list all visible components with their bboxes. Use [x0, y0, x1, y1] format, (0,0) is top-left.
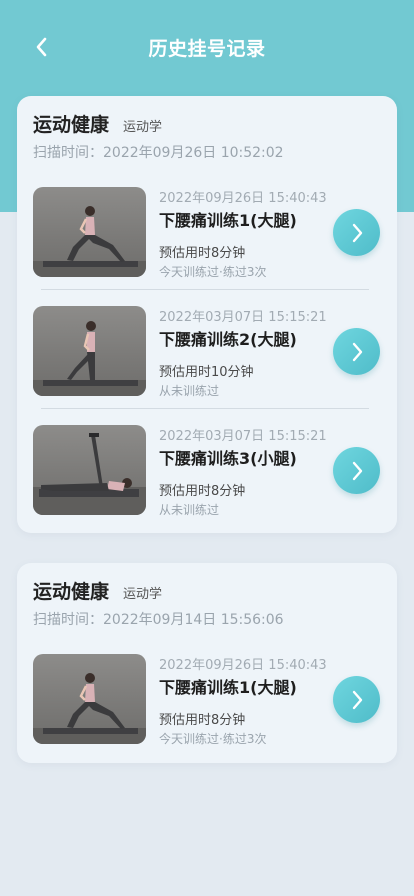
- card-tag: 运动学: [123, 587, 163, 602]
- scan-time: 扫描时间：2022年09月26日 10:52:02: [33, 145, 284, 161]
- card-title: 运动健康: [33, 581, 110, 603]
- go-button[interactable]: [333, 328, 380, 375]
- item-duration: 预估用时8分钟: [159, 246, 246, 261]
- item-status: 今天训练过·练过3次: [159, 732, 267, 746]
- exercise-item[interactable]: 2022年03月07日 15:15:21 下腰痛训练2(大腿) 预估用时10分钟…: [33, 306, 383, 406]
- item-name: 下腰痛训练2(大腿): [159, 330, 297, 349]
- nav-bar: 历史挂号记录: [0, 24, 414, 70]
- card-header: 运动健康 运动学: [33, 577, 162, 604]
- go-button[interactable]: [333, 209, 380, 256]
- exercise-thumbnail: [33, 306, 146, 396]
- exercise-item[interactable]: 2022年09月26日 15:40:43 下腰痛训练1(大腿) 预估用时8分钟 …: [33, 187, 383, 287]
- record-card: 运动健康 运动学 扫描时间：2022年09月14日 15:56:06 2022年…: [17, 563, 397, 763]
- item-duration: 预估用时8分钟: [159, 484, 246, 499]
- item-date: 2022年09月26日 15:40:43: [159, 658, 327, 673]
- scan-time: 扫描时间：2022年09月14日 15:56:06: [33, 612, 284, 628]
- divider: [41, 408, 369, 409]
- card-title: 运动健康: [33, 114, 110, 136]
- item-duration: 预估用时8分钟: [159, 713, 246, 728]
- chevron-right-icon: [352, 223, 362, 242]
- item-name: 下腰痛训练1(大腿): [159, 678, 297, 697]
- exercise-thumbnail: [33, 187, 146, 277]
- item-name: 下腰痛训练1(大腿): [159, 211, 297, 230]
- exercise-thumbnail: [33, 654, 146, 744]
- item-status: 今天训练过·练过3次: [159, 265, 267, 279]
- card-header: 运动健康 运动学: [33, 110, 162, 137]
- chevron-right-icon: [352, 342, 362, 361]
- go-button[interactable]: [333, 447, 380, 494]
- exercise-item[interactable]: 2022年09月26日 15:40:43 下腰痛训练1(大腿) 预估用时8分钟 …: [33, 654, 383, 754]
- item-status: 从未训练过: [159, 384, 220, 398]
- record-card: 运动健康 运动学 扫描时间：2022年09月26日 10:52:02 2022年…: [17, 96, 397, 533]
- go-button[interactable]: [333, 676, 380, 723]
- chevron-right-icon: [352, 461, 362, 480]
- card-tag: 运动学: [123, 120, 163, 135]
- item-name: 下腰痛训练3(小腿): [159, 449, 297, 468]
- divider: [41, 289, 369, 290]
- exercise-thumbnail: [33, 425, 146, 515]
- page-title: 历史挂号记录: [148, 38, 266, 60]
- chevron-right-icon: [352, 690, 362, 709]
- item-duration: 预估用时10分钟: [159, 365, 254, 380]
- exercise-item[interactable]: 2022年03月07日 15:15:21 下腰痛训练3(小腿) 预估用时8分钟 …: [33, 425, 383, 525]
- item-date: 2022年03月07日 15:15:21: [159, 429, 327, 444]
- item-date: 2022年03月07日 15:15:21: [159, 310, 327, 325]
- item-status: 从未训练过: [159, 503, 220, 517]
- item-date: 2022年09月26日 15:40:43: [159, 191, 327, 206]
